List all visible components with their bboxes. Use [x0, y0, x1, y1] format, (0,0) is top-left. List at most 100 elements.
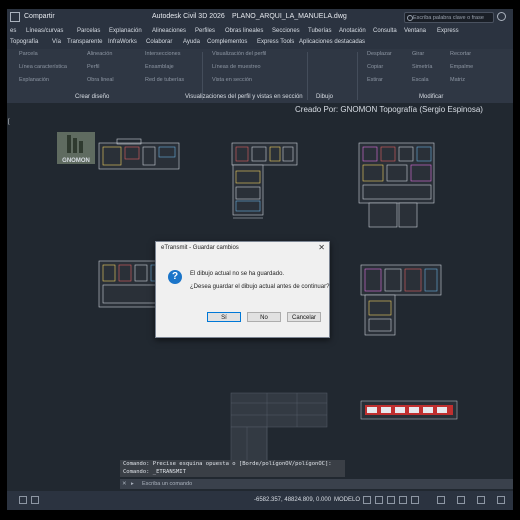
no-button[interactable]: No — [247, 312, 281, 322]
ribbon-button[interactable]: Girar — [412, 51, 424, 57]
gnomon-logo: GNOMON — [57, 132, 95, 164]
ribbon-separator — [307, 52, 308, 100]
layout-icon[interactable] — [19, 496, 27, 504]
dialog-message-1: El dibujo actual no se ha guardado. — [190, 271, 285, 277]
command-history-line: Comando: Precise esquina opuesta o [Bord… — [123, 461, 332, 467]
app-title: Autodesk Civil 3D 2026 — [152, 13, 225, 20]
dialog-message-2: ¿Desea guardar el dibujo actual antes de… — [190, 284, 330, 290]
etransmit-dialog: eTransmit - Guardar cambios ✕ ? El dibuj… — [155, 241, 330, 338]
ribbon-button[interactable]: Recortar — [450, 51, 471, 57]
plan-top-left — [98, 138, 180, 170]
polar-icon[interactable] — [399, 496, 407, 504]
menu-item[interactable]: Perfiles — [195, 28, 215, 34]
menu-item[interactable]: es — [10, 28, 16, 34]
menu-item[interactable]: Ventana — [404, 28, 426, 34]
group-modificar[interactable]: Modificar — [419, 94, 443, 100]
tab-transparente[interactable]: Transparente — [67, 39, 102, 45]
tab-ayuda[interactable]: Ayuda — [183, 39, 200, 45]
title-bar: Compartir Autodesk Civil 3D 2026 PLANO_A… — [7, 9, 513, 26]
ribbon-separator — [202, 52, 203, 100]
group-visualizaciones[interactable]: Visualizaciones del perfil y vistas en s… — [185, 94, 303, 100]
annotation-scale-icon[interactable] — [437, 496, 445, 504]
coordinates-readout: -6582.357, 48824.809, 0.000 — [254, 497, 332, 503]
question-icon: ? — [168, 270, 182, 284]
menu-item[interactable]: Secciones — [272, 28, 300, 34]
plan-middle-left — [98, 260, 164, 308]
ribbon-button[interactable]: Líneas de muestreo — [212, 64, 261, 70]
ribbon-button[interactable]: Matriz — [450, 77, 465, 83]
menu-item[interactable]: Obras lineales — [225, 28, 263, 34]
layout-icon[interactable] — [31, 496, 39, 504]
group-crear-diseno[interactable]: Crear diseño — [75, 94, 109, 100]
ribbon-tabs: Topografía Vía Transparente InfraWorks C… — [7, 37, 513, 49]
ribbon-button[interactable]: Escala — [412, 77, 429, 83]
close-icon[interactable]: ✕ — [122, 481, 127, 487]
ribbon-button[interactable]: Explanación — [19, 77, 49, 83]
app-menu-icon[interactable] — [10, 12, 20, 22]
tab-complementos[interactable]: Complementos — [207, 39, 247, 45]
ortho-icon[interactable] — [387, 496, 395, 504]
ribbon-button[interactable]: Línea característica — [19, 64, 67, 70]
share-button[interactable]: Compartir — [24, 13, 55, 20]
command-history: Comando: Precise esquina opuesta o [Bord… — [120, 460, 345, 477]
ribbon-button[interactable]: Parcela — [19, 51, 38, 57]
grid-icon[interactable] — [363, 496, 371, 504]
workspace-icon[interactable] — [457, 496, 465, 504]
menu-bar: es Líneas/curvas Parcelas Explanación Al… — [7, 26, 513, 37]
tab-infraworks[interactable]: InfraWorks — [108, 39, 137, 45]
yes-button[interactable]: Sí — [207, 312, 241, 322]
ribbon-button[interactable]: Red de tuberías — [145, 77, 184, 83]
ribbon-panel: Parcela Línea característica Explanación… — [7, 49, 513, 103]
plan-middle-right — [360, 264, 442, 336]
menu-icon[interactable] — [497, 496, 505, 504]
logo-text: GNOMON — [62, 158, 90, 164]
snap-icon[interactable] — [375, 496, 383, 504]
menu-item[interactable]: Consulta — [373, 28, 397, 34]
command-prompt-icon: ▸ — [131, 481, 134, 487]
ribbon-button[interactable]: Alineación — [87, 51, 112, 57]
ribbon-button[interactable]: Copiar — [367, 64, 383, 70]
ribbon-separator — [357, 52, 358, 100]
command-line[interactable]: ✕ ▸ Escriba un comando — [120, 479, 513, 489]
ribbon-button[interactable]: Estirar — [367, 77, 383, 83]
status-bar: -6582.357, 48824.809, 0.000 MODELO — [7, 491, 513, 510]
command-input[interactable]: Escriba un comando — [142, 481, 192, 487]
group-dibujo[interactable]: Dibujo — [316, 94, 333, 100]
ribbon-button[interactable]: Visualización del perfil — [212, 51, 266, 57]
menu-item[interactable]: Parcelas — [77, 28, 100, 34]
model-space-button[interactable]: MODELO — [334, 497, 360, 503]
tab-via[interactable]: Vía — [52, 39, 61, 45]
command-history-line: Comando: _ETRANSMIT — [123, 469, 186, 475]
cancel-button[interactable]: Cancelar — [287, 312, 321, 322]
menu-item[interactable]: Express — [437, 28, 459, 34]
settings-icon[interactable] — [477, 496, 485, 504]
tab-express-tools[interactable]: Express Tools — [257, 39, 294, 45]
help-icon[interactable] — [497, 12, 506, 21]
ribbon-button[interactable]: Intersecciones — [145, 51, 180, 57]
tab-aplicaciones-destacadas[interactable]: Aplicaciones destacadas — [299, 39, 365, 45]
ribbon-button[interactable]: Obra lineal — [87, 77, 114, 83]
plan-top-center — [231, 142, 298, 219]
ribbon-button[interactable]: Simetría — [412, 64, 432, 70]
dialog-title: eTransmit - Guardar cambios — [161, 245, 239, 251]
osnap-icon[interactable] — [411, 496, 419, 504]
tab-colaborar[interactable]: Colaborar — [146, 39, 172, 45]
plan-bottom-right — [360, 400, 458, 420]
menu-item[interactable]: Tuberías — [308, 28, 331, 34]
close-icon[interactable]: ✕ — [318, 243, 325, 252]
search-input[interactable]: Escriba palabra clave o frase — [404, 12, 494, 23]
app-window: Compartir Autodesk Civil 3D 2026 PLANO_A… — [7, 9, 513, 510]
ribbon-button[interactable]: Empalme — [450, 64, 473, 70]
ribbon-button[interactable]: Vista en sección — [212, 77, 252, 83]
ribbon-button[interactable]: Desplazar — [367, 51, 392, 57]
menu-item[interactable]: Anotación — [339, 28, 366, 34]
drawing-canvas[interactable]: Creado Por: GNOMON Topografía (Sergio Es… — [7, 103, 513, 477]
menu-item[interactable]: Líneas/curvas — [26, 28, 63, 34]
search-placeholder: Escriba palabra clave o frase — [413, 15, 484, 21]
ribbon-button[interactable]: Perfil — [87, 64, 100, 70]
tab-topografia[interactable]: Topografía — [10, 39, 38, 45]
plan-top-right — [358, 142, 435, 228]
ribbon-button[interactable]: Ensamblaje — [145, 64, 174, 70]
menu-item[interactable]: Explanación — [109, 28, 142, 34]
menu-item[interactable]: Alineaciones — [152, 28, 186, 34]
